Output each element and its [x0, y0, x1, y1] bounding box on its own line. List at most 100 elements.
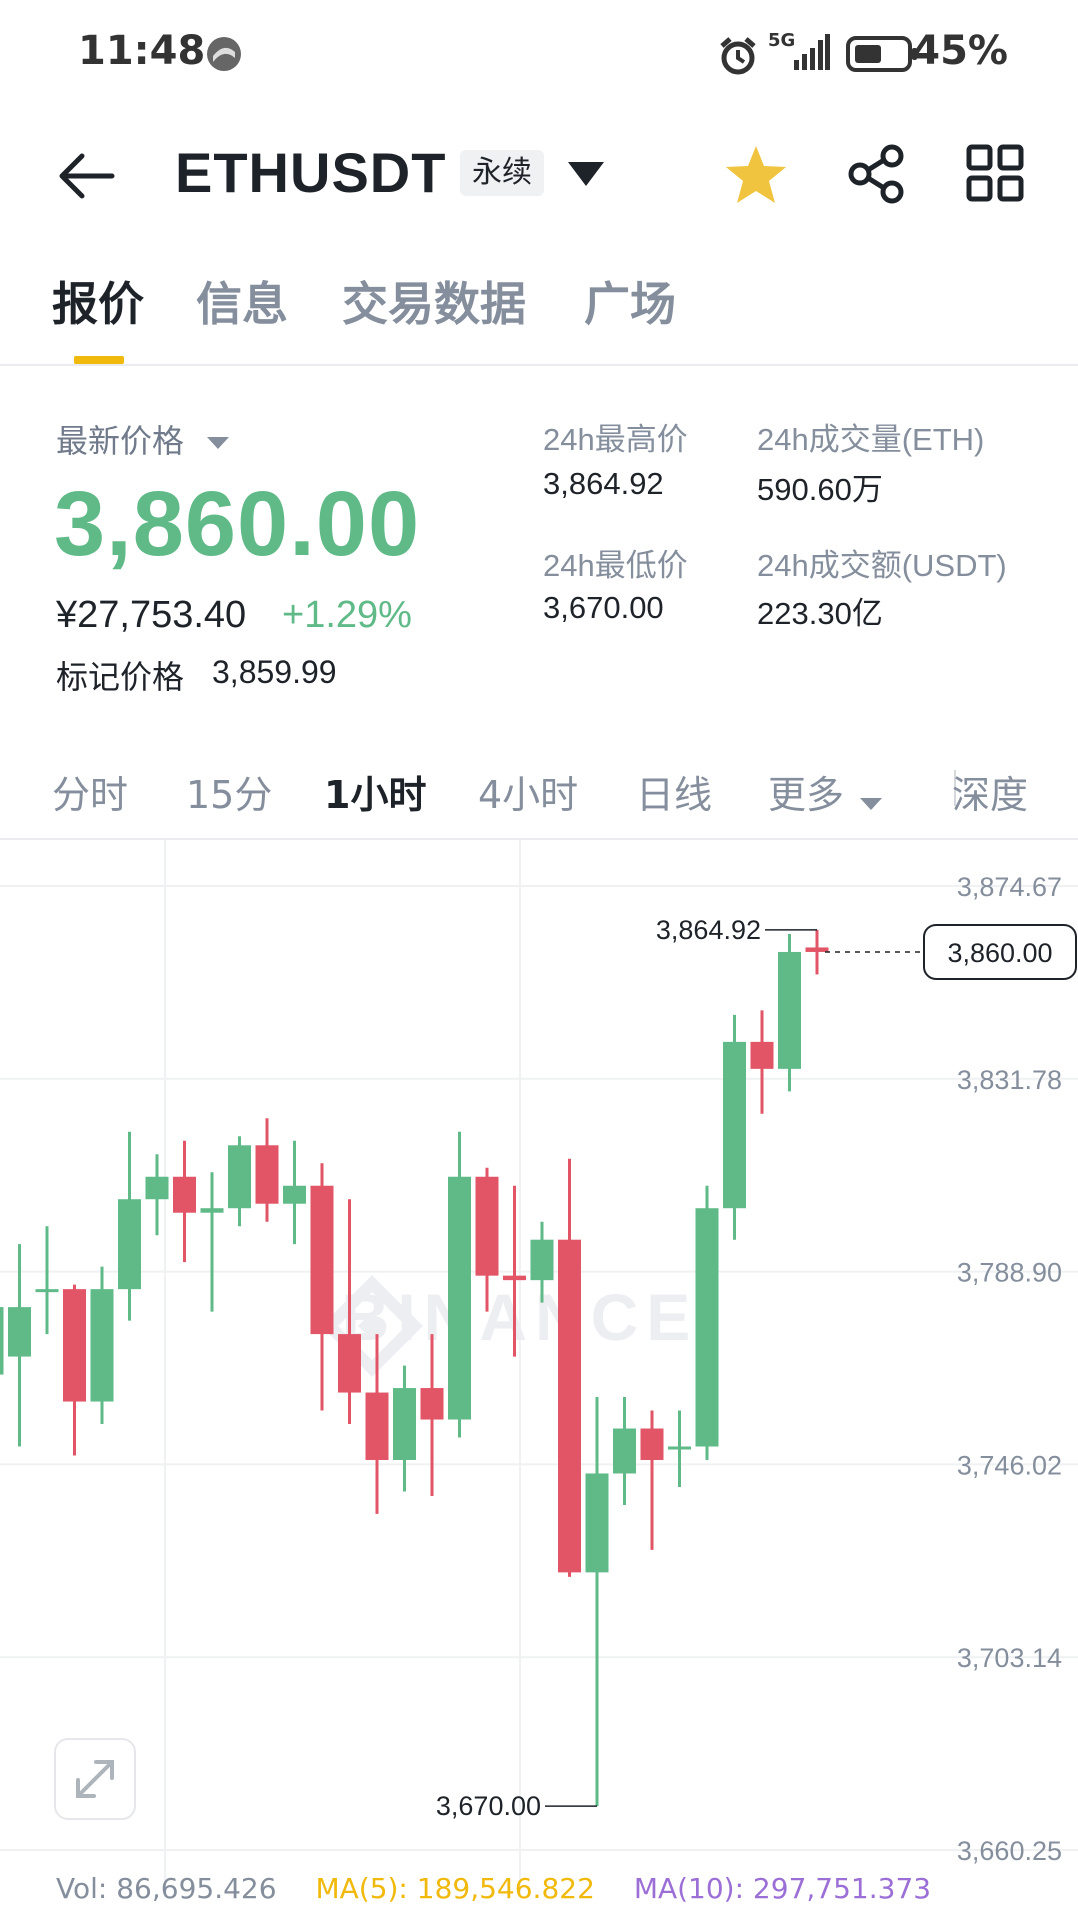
star-icon: [726, 146, 786, 203]
candle-body: [420, 1388, 444, 1420]
indicator-row: Vol: 86,695.426 MA(5): 189,546.822 MA(10…: [56, 1872, 931, 1905]
active-tab-indicator: [74, 356, 124, 364]
candle-body: [695, 1208, 719, 1447]
candle-body: [640, 1428, 664, 1460]
low-label: 24h最低价: [543, 548, 688, 583]
interval-4h[interactable]: 4小时: [478, 764, 578, 819]
ma10-indicator: MA(10): 297,751.373: [633, 1872, 932, 1905]
interval-daily[interactable]: 日线: [636, 764, 712, 819]
latest-price: 3,860.00: [54, 473, 421, 575]
app-notification-icon: [204, 34, 244, 78]
y-tick-label: 3,831.78: [957, 1065, 1062, 1095]
candle-body: [558, 1239, 581, 1573]
interval-15m[interactable]: 15分: [186, 764, 272, 819]
mark-price-value: 3,859.99: [212, 654, 337, 690]
candle-body: [63, 1289, 86, 1402]
battery-icon: [846, 36, 918, 76]
tab-quote[interactable]: 报价: [52, 268, 144, 334]
symbol-dropdown-button[interactable]: [566, 160, 606, 192]
mark-price-label: 标记价格: [56, 658, 185, 696]
alarm-icon: [716, 34, 760, 82]
y-tick-label: 3,703.14: [957, 1643, 1062, 1673]
turnover-value: 223.30亿: [757, 596, 883, 631]
candle-body: [145, 1176, 169, 1200]
chart-grid: [0, 840, 1078, 1894]
candles-layer: [0, 929, 829, 1807]
candle-body: [393, 1388, 416, 1460]
back-button[interactable]: [54, 146, 118, 206]
candle-body: [778, 951, 801, 1069]
cny-price: ¥27,753.40: [56, 594, 247, 636]
candle-body: [723, 1041, 746, 1209]
symbol-title[interactable]: ETHUSDT: [175, 140, 446, 205]
candle-body: [90, 1289, 114, 1402]
candle-body: [365, 1392, 389, 1460]
interval-more-label: 更多: [768, 773, 845, 817]
candle-body: [613, 1428, 636, 1474]
candle-body: [585, 1473, 609, 1573]
interval-depth[interactable]: 深度: [952, 764, 1028, 819]
caret-down-icon: [207, 437, 230, 449]
vol-indicator: Vol: 86,695.426: [56, 1872, 277, 1905]
grid-menu-button[interactable]: [966, 144, 1024, 206]
interval-1h[interactable]: 1小时: [324, 764, 426, 819]
latest-price-label: 最新价格: [56, 422, 185, 460]
last-price-tag: 3,860.00: [947, 938, 1052, 968]
volume-value: 590.60万: [757, 472, 883, 507]
candle-body: [530, 1239, 554, 1281]
candle-body: [8, 1307, 31, 1357]
high-marker-label: 3,864.92: [656, 915, 761, 945]
tab-info[interactable]: 信息: [196, 268, 288, 334]
candlestick-chart[interactable]: BINANCE 3,874.673,831.783,788.903,746.02…: [0, 840, 1078, 1894]
high-label: 24h最高价: [543, 422, 688, 457]
tab-square[interactable]: 广场: [584, 268, 676, 334]
battery-percent: 45%: [912, 28, 1008, 74]
candle-body: [750, 1041, 774, 1069]
turnover-label: 24h成交额(USDT): [757, 548, 1007, 583]
status-bar: 11:48 5G 45%: [0, 0, 1078, 110]
candle-body: [0, 1307, 4, 1375]
y-tick-label: 3,788.90: [957, 1258, 1062, 1288]
candle-body: [448, 1176, 471, 1420]
y-tick-label: 3,746.02: [957, 1450, 1062, 1480]
candle-body: [503, 1275, 526, 1281]
low-value: 3,670.00: [543, 590, 664, 625]
caret-down-icon: [568, 162, 604, 186]
y-axis: 3,874.67 3,831.78 3,788.90 3,746.02 3,703.14…: [957, 872, 1062, 1866]
tab-trading-data[interactable]: 交易数据: [342, 268, 526, 334]
high-value: 3,864.92: [543, 466, 664, 501]
interval-timeline[interactable]: 分时: [52, 764, 128, 819]
interval-more[interactable]: 更多: [768, 764, 883, 819]
candle-body: [338, 1334, 361, 1393]
candle-body: [173, 1176, 196, 1213]
volume-label: 24h成交量(ETH): [757, 422, 985, 457]
change-percent: +1.29%: [282, 594, 412, 636]
fullscreen-button[interactable]: [54, 1738, 136, 1820]
candle-body: [228, 1145, 251, 1209]
signal-icon: [794, 34, 830, 76]
candle-body: [310, 1185, 334, 1335]
arrow-left-icon: [59, 153, 115, 199]
latest-price-selector[interactable]: 最新价格: [56, 416, 230, 462]
tabs-divider: [0, 364, 1078, 366]
grid-icon: [966, 144, 1024, 202]
low-marker-label: 3,670.00: [436, 1791, 541, 1821]
candle-body: [283, 1185, 306, 1204]
ma5-indicator: MA(5): 189,546.822: [315, 1872, 595, 1905]
candle-body: [668, 1446, 691, 1450]
candle-body: [118, 1199, 141, 1290]
candle-body: [35, 1289, 59, 1293]
status-time: 11:48: [78, 28, 206, 74]
candle-body: [255, 1145, 279, 1204]
contract-type-badge: 永续: [460, 150, 544, 196]
share-button[interactable]: [846, 144, 906, 208]
favorite-button[interactable]: [724, 144, 788, 210]
y-tick-label: 3,660.25: [957, 1836, 1062, 1866]
network-type-label: 5G: [768, 30, 796, 51]
expand-icon: [76, 1760, 114, 1798]
y-tick-label: 3,874.67: [957, 872, 1062, 902]
candle-body: [200, 1208, 224, 1213]
share-icon: [848, 144, 904, 204]
candle-body: [475, 1176, 499, 1276]
caret-down-icon: [860, 797, 883, 810]
